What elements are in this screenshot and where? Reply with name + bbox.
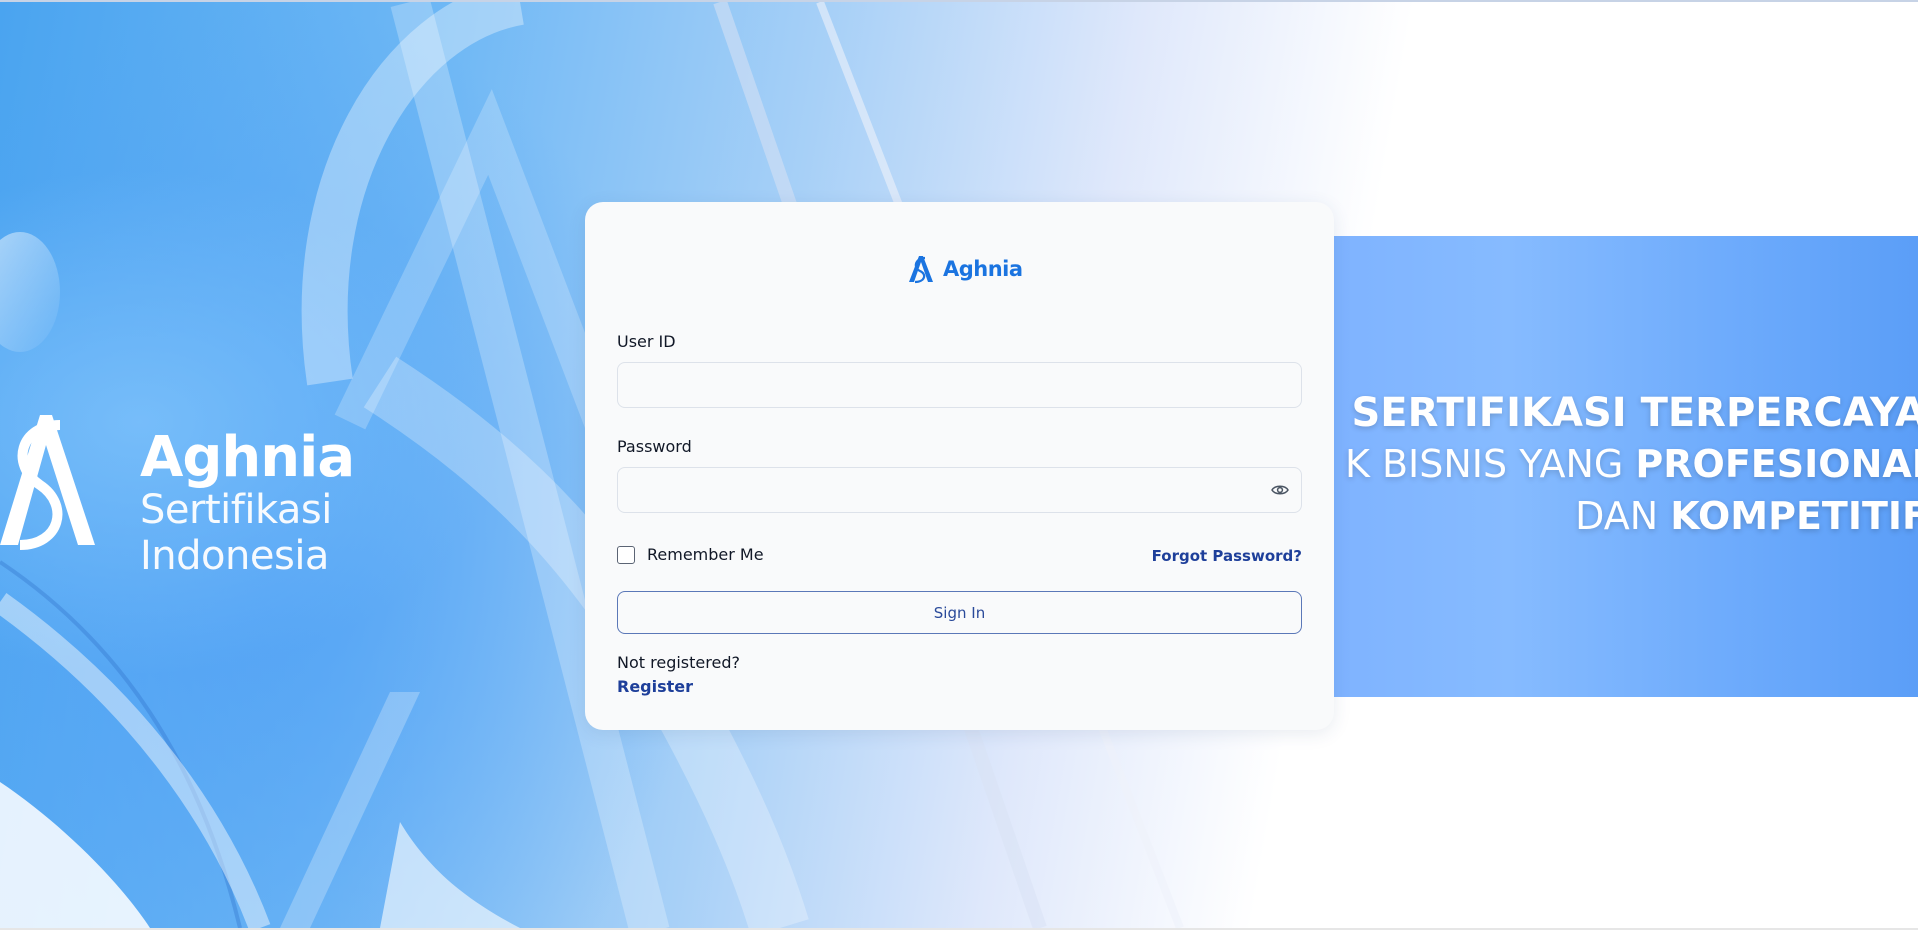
banner-line-2-regular: K BISNIS YANG xyxy=(1344,442,1636,486)
aghnia-watermark-logo-icon xyxy=(0,415,95,550)
remember-me-row[interactable]: Remember Me xyxy=(617,545,764,564)
banner-line-2: K BISNIS YANG PROFESIONAL xyxy=(1345,442,1918,486)
remember-me-checkbox[interactable] xyxy=(617,545,635,564)
login-card: Aghnia User ID Password Remember Me Forg… xyxy=(585,202,1334,730)
banner-line-2-bold: PROFESIONAL xyxy=(1635,442,1918,486)
banner-line-3: DAN KOMPETITIF xyxy=(1575,494,1918,538)
card-logo: Aghnia xyxy=(907,252,1023,286)
banner-line-3-bold: KOMPETITIF xyxy=(1670,494,1918,538)
password-label: Password xyxy=(617,437,692,456)
aghnia-logo-icon xyxy=(909,256,933,284)
card-logo-text: Aghnia xyxy=(943,257,1023,281)
register-link[interactable]: Register xyxy=(617,677,693,696)
user-id-input[interactable] xyxy=(617,362,1302,408)
sign-in-button[interactable]: Sign In xyxy=(617,591,1302,634)
password-input[interactable] xyxy=(617,467,1302,513)
remember-me-label[interactable]: Remember Me xyxy=(647,545,764,564)
brand-tagline: Sertifikasi Indonesia xyxy=(140,487,332,579)
not-registered-text: Not registered? xyxy=(617,653,740,672)
user-id-label: User ID xyxy=(617,332,676,351)
banner-line-1: SERTIFIKASI TERPERCAYA xyxy=(1351,390,1918,436)
eye-icon[interactable] xyxy=(1271,482,1289,498)
forgot-password-link[interactable]: Forgot Password? xyxy=(1152,547,1302,565)
banner-line-3-regular: DAN xyxy=(1575,494,1671,538)
left-brand-block: Aghnia Sertifikasi Indonesia xyxy=(0,405,520,579)
brand-name: Aghnia xyxy=(140,425,355,490)
promo-banner: SERTIFIKASI TERPERCAYA K BISNIS YANG PRO… xyxy=(1334,236,1918,697)
